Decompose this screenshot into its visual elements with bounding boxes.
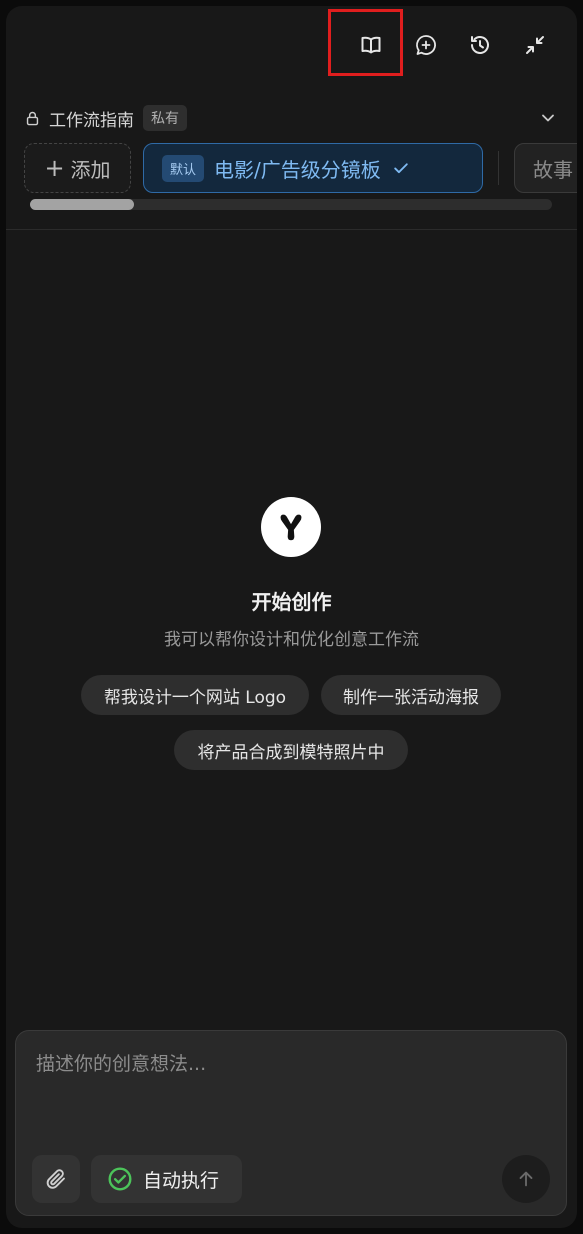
workflow-guide-button[interactable] xyxy=(354,28,388,62)
workflow-chip-next[interactable]: 故事 xyxy=(514,143,577,193)
y-logo-icon xyxy=(280,514,302,541)
guide-title: 工作流指南 xyxy=(49,110,134,131)
suggestion-chip[interactable]: 帮我设计一个网站 Logo xyxy=(81,675,309,715)
app-logo xyxy=(261,497,321,557)
history-button[interactable] xyxy=(463,28,497,62)
suggestion-chip[interactable]: 制作一张活动海报 xyxy=(321,675,501,715)
suggestion-chip[interactable]: 将产品合成到模特照片中 xyxy=(174,730,408,770)
new-chat-button[interactable] xyxy=(409,28,443,62)
chips-scrollbar[interactable] xyxy=(30,199,552,210)
assistant-panel: 工作流指南 私有 + 添加 默认 电影/广告级分镜板 故事 开始创作 我可以帮你… xyxy=(6,6,577,1228)
scrollbar-thumb[interactable] xyxy=(30,199,134,210)
prompt-input[interactable] xyxy=(36,1049,546,1129)
chip-divider xyxy=(498,151,499,185)
plus-icon: + xyxy=(44,154,65,182)
paperclip-icon xyxy=(46,1169,65,1189)
attach-button[interactable] xyxy=(32,1155,80,1203)
send-button[interactable] xyxy=(502,1155,550,1203)
divider xyxy=(6,229,577,230)
add-label: 添加 xyxy=(70,157,111,182)
new-chat-icon xyxy=(416,35,436,55)
lock-icon xyxy=(24,110,41,127)
collapse-icon xyxy=(526,36,544,54)
workflow-chips: + 添加 默认 电影/广告级分镜板 故事 xyxy=(24,143,577,195)
collapse-button[interactable] xyxy=(518,28,552,62)
private-badge: 私有 xyxy=(143,105,187,131)
arrow-up-icon xyxy=(519,1171,533,1187)
empty-state-subtitle: 我可以帮你设计和优化创意工作流 xyxy=(164,630,419,650)
workflow-chip-label: 电影/广告级分镜板 xyxy=(214,157,381,182)
empty-state-title: 开始创作 xyxy=(251,590,332,614)
book-icon xyxy=(361,36,381,54)
auto-execute-toggle[interactable]: 自动执行 xyxy=(91,1155,242,1203)
default-badge: 默认 xyxy=(162,154,205,182)
workflow-chip-active[interactable]: 默认 电影/广告级分镜板 xyxy=(143,143,483,193)
chevron-down-icon[interactable] xyxy=(537,107,559,129)
history-icon xyxy=(471,36,489,54)
auto-execute-label: 自动执行 xyxy=(143,1169,220,1192)
check-circle-icon xyxy=(107,1166,133,1192)
workflow-chip-label: 故事 xyxy=(533,157,573,182)
prompt-composer: 自动执行 xyxy=(15,1030,567,1216)
add-workflow-button[interactable]: + 添加 xyxy=(24,143,131,193)
check-icon xyxy=(391,158,411,178)
top-toolbar xyxy=(6,6,577,96)
workflow-guide-header: 工作流指南 私有 xyxy=(24,103,559,133)
